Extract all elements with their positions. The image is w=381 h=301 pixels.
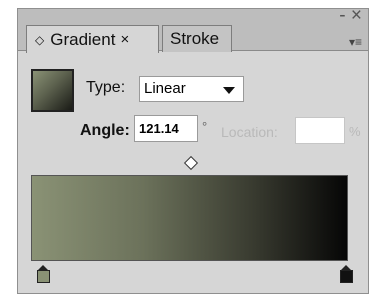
angle-input[interactable]: 121.14 [134,115,198,142]
location-input[interactable] [295,117,345,144]
tab-options-icon[interactable]: ◇ [35,33,44,47]
stop-color-box [37,270,50,283]
dropdown-arrow-icon[interactable] [223,87,235,94]
tab-gradient[interactable]: ◇ Gradient × [26,25,159,53]
location-unit: % [349,124,361,139]
midpoint-diamond[interactable] [183,155,199,171]
angle-label: Angle: [80,122,130,139]
tab-stroke[interactable]: Stroke [162,25,232,52]
panel-menu-icon[interactable]: ▾≡ [349,35,362,49]
panel-tab-bar: ◇ Gradient × Stroke - × ▾≡ [18,5,368,53]
degree-symbol: ° [202,119,208,134]
type-select-value: Linear [144,80,186,97]
gradient-ramp[interactable] [31,175,348,261]
location-label: Location: [221,124,278,140]
close-tab-icon[interactable]: × [120,31,129,48]
window-controls: - × [339,5,362,27]
gradient-stop-end[interactable] [340,265,353,283]
minimize-icon[interactable]: - [339,5,345,26]
stop-color-box [340,270,353,283]
type-select[interactable]: Linear [139,76,244,102]
gradient-preview-swatch[interactable] [31,69,74,112]
tab-gradient-label: Gradient [50,29,116,49]
tab-stroke-label: Stroke [170,29,220,48]
type-label: Type: [86,79,126,96]
gradient-stop-start[interactable] [37,265,50,283]
gradient-panel: ◇ Gradient × Stroke - × ▾≡ Type: Linear … [17,5,369,294]
close-panel-icon[interactable]: × [351,5,362,26]
